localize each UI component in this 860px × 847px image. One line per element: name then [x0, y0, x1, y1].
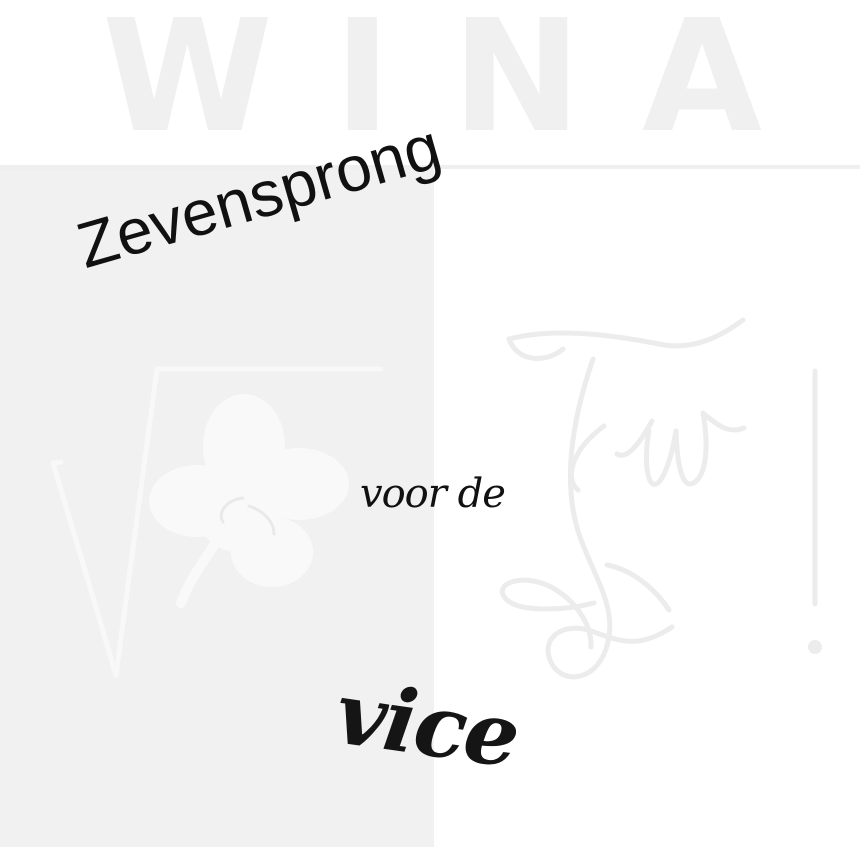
title-voor-de: voor de	[360, 471, 506, 517]
clover-icon	[149, 394, 349, 608]
fw-monogram-logo	[499, 317, 822, 680]
title-vice: vice	[330, 662, 525, 788]
poster-canvas: W I N A Zevensprong voor de vice	[0, 0, 860, 847]
